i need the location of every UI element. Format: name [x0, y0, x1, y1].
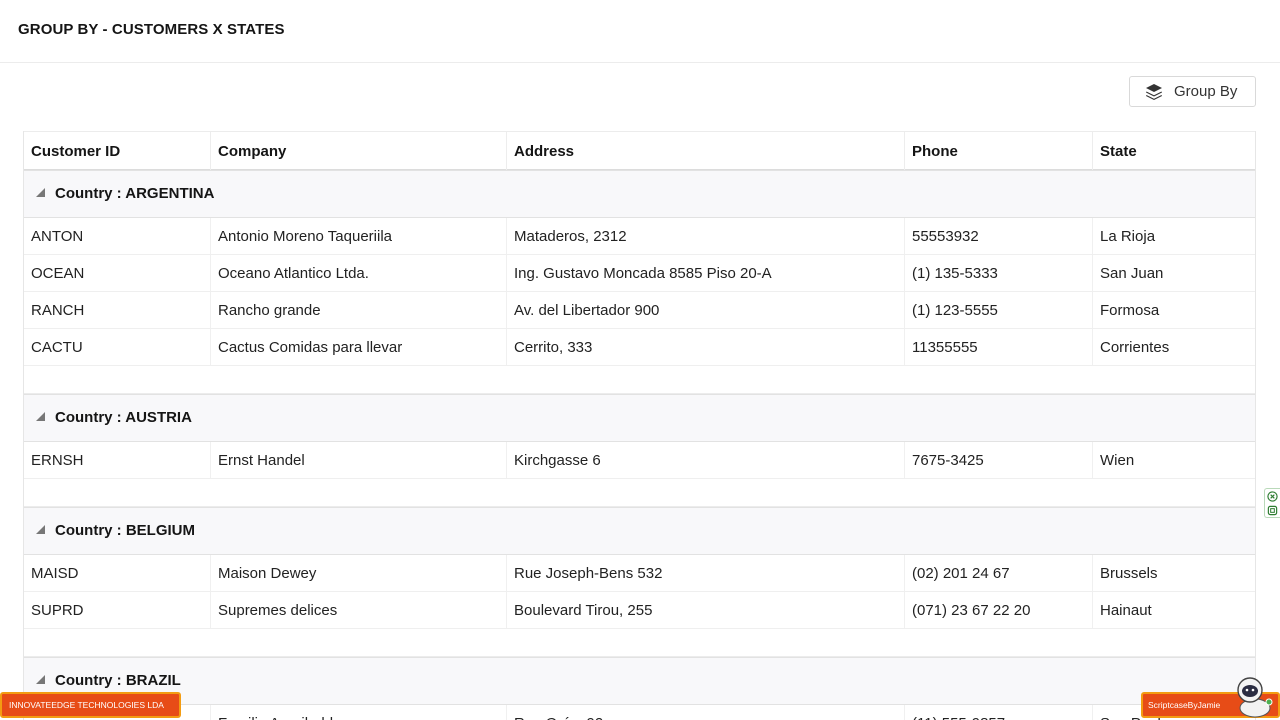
cell-phone: 11355555	[905, 329, 1093, 365]
cell-customer-id: OCEAN	[24, 255, 211, 291]
layers-icon	[1146, 83, 1162, 100]
cell-address: Rue Joseph-Bens 532	[507, 555, 905, 591]
group-footer-spacer	[24, 366, 1255, 394]
cell-address: Ing. Gustavo Moncada 8585 Piso 20-A	[507, 255, 905, 291]
cell-state: Brussels	[1100, 565, 1158, 582]
cell-phone: 7675-3425	[905, 442, 1093, 478]
cell-address: Mataderos, 2312	[507, 218, 905, 254]
cell-customer-id: ANTON	[24, 218, 211, 254]
table-row[interactable]: ANTON Antonio Moreno Taqueriila Matadero…	[24, 218, 1255, 255]
astronaut-mascot-icon	[1237, 677, 1273, 718]
cell-customer-id: MAISD	[24, 555, 211, 591]
cell-state: La Rioja	[1100, 228, 1156, 245]
column-header-address[interactable]: Address	[507, 132, 905, 170]
side-tool-panel	[1264, 488, 1280, 518]
cell-address: Av. del Libertador 900	[507, 292, 905, 328]
group-row-brazil[interactable]: Country : BRAZIL	[24, 657, 1255, 705]
page-header: GROUP BY - CUSTOMERS X STATES	[0, 0, 1280, 63]
column-header-customer-id[interactable]: Customer ID	[24, 132, 211, 170]
cell-phone: (02) 201 24 67	[905, 555, 1093, 591]
column-header-phone[interactable]: Phone	[905, 132, 1093, 170]
cell-company: Rancho grande	[211, 292, 507, 328]
cell-state: Hainaut	[1100, 602, 1152, 619]
group-row-belgium[interactable]: Country : BELGIUM	[24, 507, 1255, 555]
grid-header: Customer ID Company Address Phone State	[24, 131, 1255, 170]
cell-phone: 55553932	[905, 218, 1093, 254]
cell-address: Rua Orós, 92	[507, 705, 905, 720]
cell-company: Maison Dewey	[211, 555, 507, 591]
table-row[interactable]: RANCH Rancho grande Av. del Libertador 9…	[24, 292, 1255, 329]
cell-company: Oceano Atlantico Ltda.	[211, 255, 507, 291]
collapse-triangle-icon[interactable]	[35, 524, 47, 536]
copy-icon[interactable]	[1267, 505, 1278, 516]
table-row[interactable]: MAISD Maison Dewey Rue Joseph-Bens 532 (…	[24, 555, 1255, 592]
table-row[interactable]: ERNSH Ernst Handel Kirchgasse 6 7675-342…	[24, 442, 1255, 479]
cell-state: San Juan	[1100, 265, 1164, 282]
column-header-state[interactable]: State	[1093, 132, 1255, 170]
group-label: Country : AUSTRIA	[55, 409, 192, 426]
cell-phone: (1) 135-5333	[905, 255, 1093, 291]
page-title: GROUP BY - CUSTOMERS X STATES	[18, 21, 285, 38]
table-row[interactable]: CACTU Cactus Comidas para llevar Cerrito…	[24, 329, 1255, 366]
table-row[interactable]: Familia Arquibaldo Rua Orós, 92 (11) 555…	[24, 705, 1255, 720]
customers-grid: Customer ID Company Address Phone State …	[23, 131, 1256, 720]
cell-company: Supremes delices	[211, 592, 507, 628]
cell-phone: (071) 23 67 22 20	[905, 592, 1093, 628]
group-label: Country : BELGIUM	[55, 522, 195, 539]
cell-phone: (1) 123-5555	[905, 292, 1093, 328]
cell-state: Wien	[1100, 452, 1135, 469]
cell-phone: (11) 555-9857	[905, 705, 1093, 720]
cell-customer-id: SUPRD	[24, 592, 211, 628]
group-label: Country : ARGENTINA	[55, 185, 215, 202]
group-footer-spacer	[24, 629, 1255, 657]
cell-address: Cerrito, 333	[507, 329, 905, 365]
column-header-company[interactable]: Company	[211, 132, 507, 170]
collapse-triangle-icon[interactable]	[35, 411, 47, 423]
cell-company: Ernst Handel	[211, 442, 507, 478]
table-row[interactable]: SUPRD Supremes delices Boulevard Tirou, …	[24, 592, 1255, 629]
group-by-button[interactable]: Group By	[1129, 76, 1256, 107]
cell-company: Cactus Comidas para llevar	[211, 329, 507, 365]
group-by-label: Group By	[1174, 83, 1238, 100]
table-row[interactable]: OCEAN Oceano Atlantico Ltda. Ing. Gustav…	[24, 255, 1255, 292]
cell-company: Familia Arquibaldo	[211, 705, 507, 720]
group-footer-spacer	[24, 479, 1255, 507]
group-row-austria[interactable]: Country : AUSTRIA	[24, 394, 1255, 442]
cell-customer-id: RANCH	[24, 292, 211, 328]
close-circle-icon[interactable]	[1267, 491, 1278, 502]
company-badge: INNOVATEEDGE TECHNOLOGIES LDA	[0, 692, 181, 718]
cell-customer-id: CACTU	[24, 329, 211, 365]
collapse-triangle-icon[interactable]	[35, 187, 47, 199]
cell-state: Formosa	[1100, 302, 1160, 319]
cell-customer-id: ERNSH	[24, 442, 211, 478]
collapse-triangle-icon[interactable]	[35, 674, 47, 686]
group-row-argentina[interactable]: Country : ARGENTINA	[24, 170, 1255, 218]
cell-address: Boulevard Tirou, 255	[507, 592, 905, 628]
cell-address: Kirchgasse 6	[507, 442, 905, 478]
cell-company: Antonio Moreno Taqueriila	[211, 218, 507, 254]
cell-state: Corrientes	[1100, 339, 1170, 356]
